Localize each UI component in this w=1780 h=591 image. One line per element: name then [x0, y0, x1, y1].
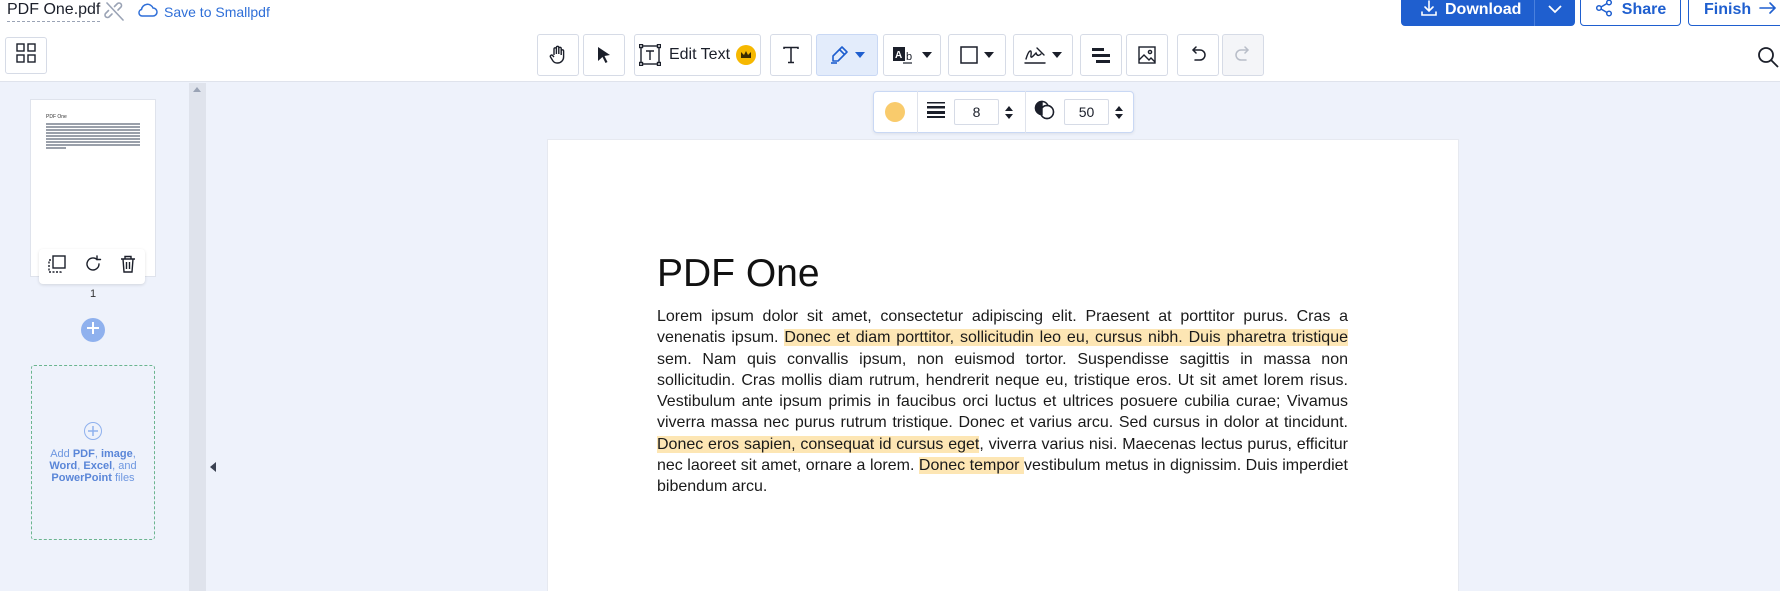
redo-icon: [1234, 46, 1252, 64]
edit-text-label: Edit Text: [668, 46, 731, 63]
download-options-button[interactable]: [1534, 0, 1575, 26]
download-icon: [1421, 0, 1437, 21]
signature-tool-button[interactable]: [1013, 34, 1073, 76]
dropzone-text: Add PDF, image, Word, Excel, and PowerPo…: [49, 447, 137, 484]
download-button[interactable]: Download: [1401, 0, 1575, 26]
step-up-icon[interactable]: [1005, 105, 1013, 111]
body-text: sem. Nam quis convallis ipsum, non euism…: [657, 350, 1348, 432]
shape-tool-button[interactable]: [948, 34, 1006, 76]
trash-icon[interactable]: [120, 255, 136, 278]
collapse-sidebar-icon[interactable]: [210, 462, 216, 472]
text-icon: [782, 46, 800, 64]
save-link-label: Save to Smallpdf: [164, 3, 270, 20]
highlight-options-toolbar: 8 50: [873, 91, 1134, 133]
grid-icon: [16, 43, 36, 68]
image-tool-button[interactable]: [1126, 34, 1168, 76]
add-files-dropzone[interactable]: Add PDF, image, Word, Excel, and PowerPo…: [31, 365, 155, 540]
highlight-tool-button[interactable]: [816, 34, 878, 76]
cloud-icon: [136, 1, 158, 22]
hand-tool-button[interactable]: [537, 34, 579, 76]
edit-text-icon: [638, 44, 661, 66]
signature-icon: [1024, 45, 1046, 65]
whiteout-icon: [1091, 46, 1111, 64]
thumbnail-text-line: [46, 141, 140, 143]
step-up-icon[interactable]: [1115, 105, 1123, 111]
duplicate-icon[interactable]: [48, 255, 66, 278]
thumbnail-text-line: [46, 147, 66, 149]
thumbnail-text-line: [46, 135, 140, 137]
thumbnail-title: PDF One: [46, 114, 67, 120]
thumbnail-text-line: [46, 123, 140, 125]
cursor-icon: [596, 46, 612, 64]
chevron-down-icon: [1052, 52, 1062, 58]
thumbnail-text-line: [46, 132, 140, 134]
select-tool-button[interactable]: [583, 34, 625, 76]
unlink-icon[interactable]: [104, 2, 126, 22]
highlight-color-swatch[interactable]: [885, 102, 905, 122]
step-down-icon[interactable]: [1005, 113, 1013, 119]
pdf-page[interactable]: PDF One Lorem ipsum dolor sit amet, cons…: [548, 140, 1458, 591]
arrow-right-icon: [1759, 1, 1777, 20]
page-number: 1: [89, 288, 97, 300]
redo-button[interactable]: [1222, 34, 1264, 76]
share-label: Share: [1621, 1, 1667, 18]
image-icon: [1138, 46, 1156, 64]
page-grid-button[interactable]: [5, 37, 47, 74]
scroll-up-icon[interactable]: [193, 87, 201, 92]
add-circle-icon: [84, 421, 102, 440]
thumbnail-text-line: [46, 138, 140, 140]
thumbnail-text-line: [46, 126, 140, 128]
svg-text:A: A: [895, 50, 902, 61]
crown-icon: [736, 45, 757, 65]
chevron-down-icon: [1548, 1, 1562, 19]
thickness-input[interactable]: 8: [954, 99, 999, 125]
share-button[interactable]: Share: [1580, 0, 1681, 26]
text-markup-button[interactable]: A b: [883, 34, 941, 76]
add-text-button[interactable]: [770, 34, 812, 76]
thickness-stepper[interactable]: [1005, 105, 1013, 119]
svg-text:b: b: [906, 51, 912, 63]
thumbnail-text-line: [46, 144, 140, 146]
chevron-down-icon: [855, 52, 865, 58]
divider: [1025, 91, 1026, 133]
thumbnail-text-line: [46, 129, 140, 131]
highlighter-icon: [829, 45, 849, 65]
opacity-input[interactable]: 50: [1064, 99, 1109, 125]
share-icon: [1595, 0, 1613, 22]
download-label: Download: [1445, 1, 1522, 18]
step-down-icon[interactable]: [1115, 113, 1123, 119]
save-to-smallpdf-link[interactable]: Save to Smallpdf: [136, 1, 270, 22]
download-main[interactable]: Download: [1401, 0, 1534, 26]
highlighted-text[interactable]: Donec eros sapien, consequat id cursus e…: [657, 435, 980, 453]
highlighted-text[interactable]: Donec et diam porttitor, sollicitudin le…: [784, 329, 1349, 347]
add-page-button[interactable]: [81, 318, 105, 342]
thumbnail-actions: [39, 249, 145, 284]
top-bar: PDF One.pdf Save to Smallpdf Edit Text A…: [0, 0, 1780, 82]
opacity-stepper[interactable]: [1115, 105, 1123, 119]
rectangle-icon: [960, 46, 978, 64]
whiteout-tool-button[interactable]: [1080, 34, 1122, 76]
plus-icon: [87, 321, 99, 339]
hand-icon: [548, 45, 568, 65]
sidebar-scrollbar[interactable]: [189, 83, 206, 591]
file-name[interactable]: PDF One.pdf: [7, 1, 101, 22]
search-icon[interactable]: [1756, 45, 1780, 69]
text-markup-icon: A b: [892, 45, 916, 65]
finish-button[interactable]: Finish: [1688, 0, 1780, 26]
document-body: Lorem ipsum dolor sit amet, consectetur …: [657, 306, 1349, 498]
undo-icon: [1189, 46, 1207, 64]
thickness-icon: [926, 101, 946, 124]
chevron-down-icon: [984, 52, 994, 58]
finish-label: Finish: [1704, 1, 1752, 18]
undo-button[interactable]: [1177, 34, 1219, 76]
highlighted-text[interactable]: Donec tempor: [918, 457, 1024, 475]
opacity-icon: [1034, 100, 1056, 125]
document-title: PDF One: [657, 252, 820, 295]
edit-text-button[interactable]: Edit Text: [634, 34, 761, 76]
divider: [917, 91, 918, 133]
rotate-icon[interactable]: [84, 255, 102, 278]
chevron-down-icon: [922, 52, 932, 58]
